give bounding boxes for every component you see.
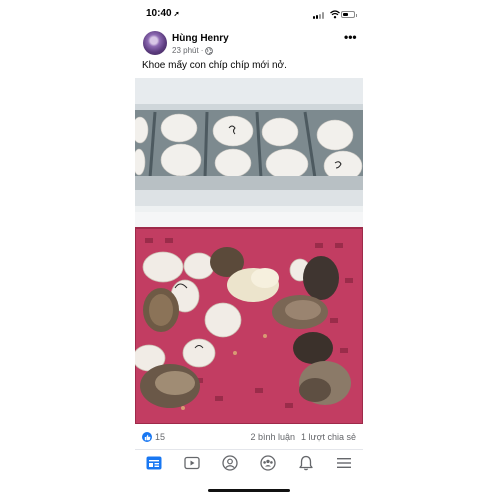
avatar[interactable] xyxy=(143,31,167,55)
home-feed-icon[interactable] xyxy=(145,454,163,472)
bottom-nav xyxy=(135,452,363,476)
divider xyxy=(135,449,363,450)
author-name[interactable]: Hùng Henry xyxy=(172,33,229,44)
more-options-icon[interactable]: ••• xyxy=(344,30,357,44)
time-text: 10:40 xyxy=(146,8,172,19)
notifications-icon[interactable] xyxy=(297,454,315,472)
share-count[interactable]: 1 lượt chia sẻ xyxy=(301,432,356,442)
status-bar: 10:40 ➚ xyxy=(135,6,363,22)
menu-icon[interactable] xyxy=(335,454,353,472)
wifi-icon xyxy=(330,10,340,19)
watch-icon[interactable] xyxy=(183,454,201,472)
like-count[interactable]: 15 xyxy=(155,432,165,442)
profile-icon[interactable] xyxy=(221,454,239,472)
status-time: 10:40 ➚ xyxy=(146,8,179,19)
photo-illustration xyxy=(135,78,363,424)
reactions-row: 15 2 bình luận 1 lượt chia sẻ xyxy=(135,428,363,446)
comment-count[interactable]: 2 bình luận xyxy=(251,432,296,442)
phone-screen: 10:40 ➚ Hùng Henry 23 phút · ••• Khoe mấy… xyxy=(135,0,363,498)
location-arrow-icon: ➚ xyxy=(173,11,180,18)
groups-icon[interactable] xyxy=(259,454,277,472)
post-meta: 23 phút · xyxy=(172,46,214,55)
meta-separator: · xyxy=(200,46,204,55)
post-photo[interactable] xyxy=(135,78,363,424)
home-indicator[interactable] xyxy=(208,489,290,492)
signal-icon xyxy=(313,12,327,19)
post-time[interactable]: 23 phút xyxy=(172,46,199,55)
engagement-stats: 2 bình luận 1 lượt chia sẻ xyxy=(251,432,357,442)
like-reaction-icon[interactable] xyxy=(142,432,152,442)
post-header: Hùng Henry 23 phút · ••• xyxy=(135,30,363,60)
battery-icon xyxy=(341,11,357,18)
post-caption: Khoe mấy con chíp chíp mới nở. xyxy=(142,60,287,71)
globe-icon xyxy=(205,46,214,55)
